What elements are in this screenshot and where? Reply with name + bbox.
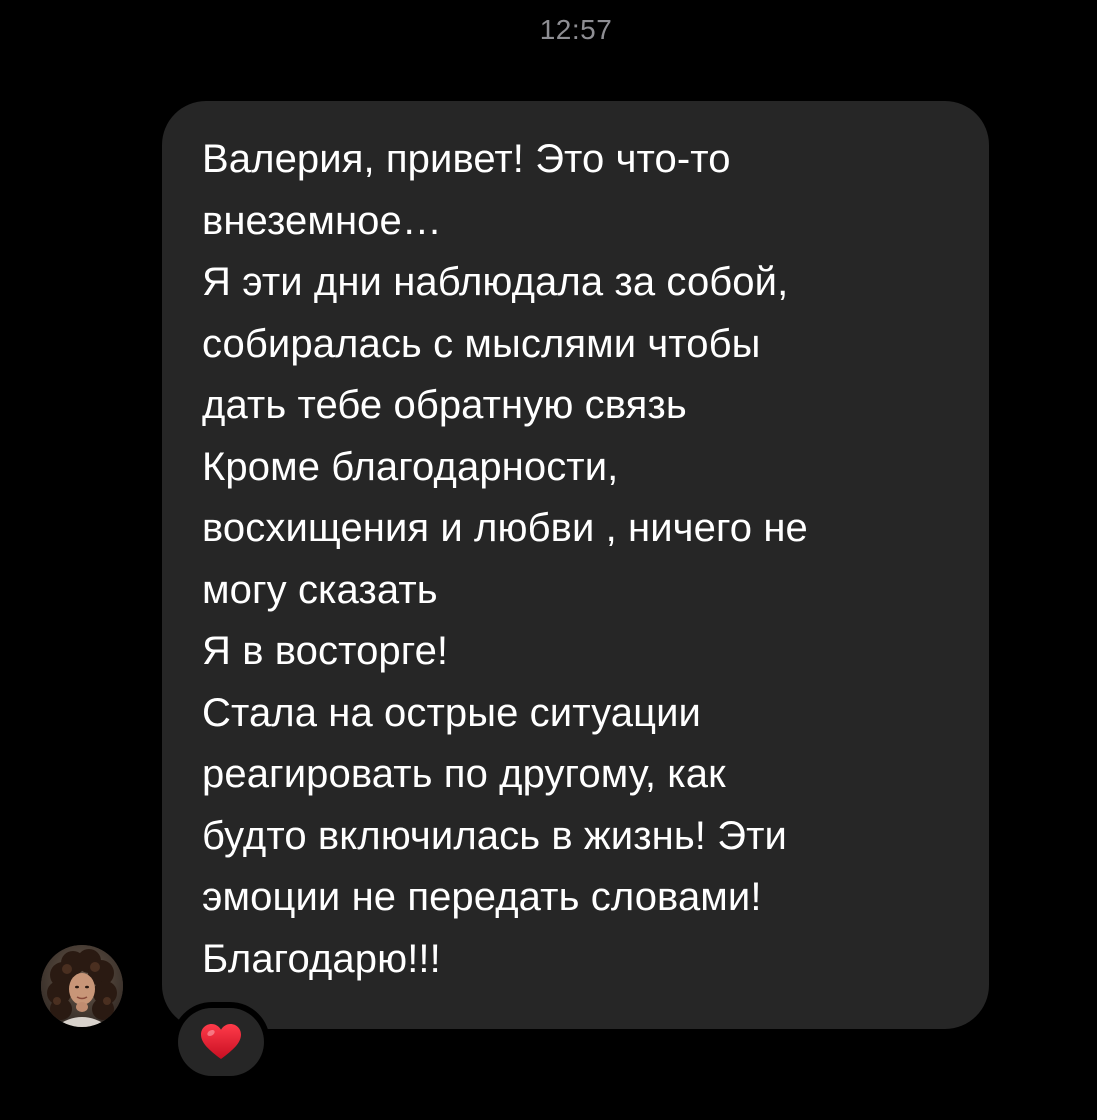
message-line: Валерия, привет! Это что-то [202, 137, 731, 181]
sender-avatar[interactable] [41, 945, 123, 1027]
message-line: дать тебе обратную связь [202, 383, 687, 427]
message-bubble[interactable]: Валерия, привет! Это что-то внеземное… Я… [162, 101, 989, 1029]
message-line: восхищения и любви , ничего не [202, 506, 808, 550]
avatar-photo-icon [41, 945, 123, 1027]
message-line: Благодарю!!! [202, 936, 441, 981]
message-line: эмоции не передать словами! [202, 875, 762, 919]
message-line: внеземное… [202, 198, 442, 243]
reaction-pill [178, 1008, 264, 1076]
red-heart-icon [201, 1024, 241, 1059]
reaction-badge[interactable] [172, 1002, 270, 1082]
message-line: реагировать по другому, как [202, 752, 726, 796]
message-line: могу сказать [202, 567, 438, 612]
chat-timestamp: 12:57 [539, 14, 613, 45]
message-line: будто включилась в жизнь! Эти [202, 813, 787, 858]
message-line: собиралась с мыслями чтобы [202, 321, 761, 366]
message-line: Стала на острые ситуации [202, 690, 701, 735]
message-line: Кроме благодарности, [202, 444, 619, 489]
message-line: Я в восторге! [202, 629, 449, 673]
message-line: Я эти дни наблюдала за собой, [202, 260, 789, 304]
